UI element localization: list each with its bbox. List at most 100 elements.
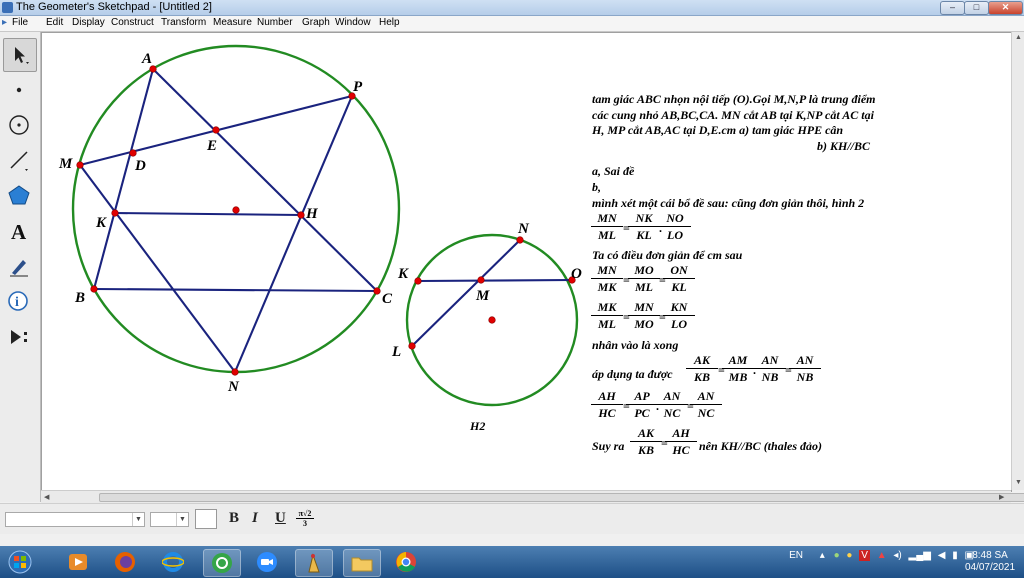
problem-line-2[interactable]: các cung nhỏ AB,BC,CA. MN cắt AB tại K,N… xyxy=(592,108,874,123)
menu-construct[interactable]: Construct xyxy=(111,17,154,28)
point-h[interactable] xyxy=(297,211,305,219)
segment-kh[interactable] xyxy=(114,211,302,217)
taskbar-chrome[interactable] xyxy=(392,549,420,575)
segment-nl[interactable] xyxy=(411,239,521,347)
menu-measure[interactable]: Measure xyxy=(213,17,252,28)
menu-display[interactable]: Display xyxy=(72,17,105,28)
segment-mn[interactable] xyxy=(79,164,236,373)
selection-arrow-tool[interactable] xyxy=(3,38,37,72)
point-tool[interactable] xyxy=(3,74,35,106)
point-k[interactable] xyxy=(111,209,119,217)
information-tool[interactable]: i xyxy=(3,285,35,317)
horizontal-scrollbar[interactable]: ◀ ▶ xyxy=(41,490,1024,503)
start-button[interactable] xyxy=(4,549,36,575)
segment-ko[interactable] xyxy=(417,278,573,283)
part-b-note[interactable]: b, xyxy=(592,180,601,195)
tray-volume-icon[interactable]: ◀ xyxy=(938,550,946,561)
taskbar-firefox[interactable] xyxy=(111,549,139,575)
segment-bc[interactable] xyxy=(93,287,378,293)
easy-note[interactable]: Ta có điều đơn giản để cm sau xyxy=(592,248,742,263)
problem-line-4[interactable]: b) KH//BC xyxy=(817,139,870,154)
caption-h2: H2 xyxy=(469,419,485,433)
taskbar-media-player[interactable] xyxy=(64,549,92,575)
menu-number[interactable]: Number xyxy=(257,17,293,28)
fraction: AN NC xyxy=(690,389,722,420)
tray-network-icon[interactable]: ▂▄▆ xyxy=(909,550,931,561)
tray-app-icon[interactable]: ● xyxy=(834,550,840,561)
tray-antivirus-icon[interactable]: V xyxy=(859,550,870,561)
taskbar-file-explorer[interactable] xyxy=(343,549,381,577)
maximize-button[interactable]: □ xyxy=(964,1,989,15)
title-bar: The Geometer's Sketchpad - [Untitled 2] … xyxy=(0,0,1024,16)
menu-help[interactable]: Help xyxy=(379,17,400,28)
sketchpad-icon xyxy=(308,553,320,573)
vertical-scrollbar[interactable]: ▲ ▼ xyxy=(1011,32,1024,490)
taskbar-app-green[interactable] xyxy=(203,549,241,577)
multiply-note[interactable]: nhân vào là xong xyxy=(592,338,678,353)
document-icon[interactable]: ▸ xyxy=(2,17,7,28)
part-a-note[interactable]: a, Sai đề xyxy=(592,164,634,179)
scroll-down-icon[interactable]: ▼ xyxy=(1015,479,1022,486)
fraction: KN LO xyxy=(663,300,695,331)
menu-window[interactable]: Window xyxy=(335,17,371,28)
segment-ac[interactable] xyxy=(152,68,378,292)
taskbar-geometers-sketchpad[interactable] xyxy=(295,549,333,577)
tray-speaker-icon[interactable]: ◂) xyxy=(893,550,901,561)
segment-ab[interactable] xyxy=(92,68,155,290)
symbol-palette-button[interactable]: π√2 3 xyxy=(296,509,314,528)
font-size-select[interactable]: ▼ xyxy=(150,512,189,527)
tray-battery-icon[interactable]: ▮ xyxy=(952,550,958,561)
text-tool[interactable]: A xyxy=(3,215,35,247)
text-color-swatch[interactable] xyxy=(195,509,217,529)
sketchpad-app-icon xyxy=(2,2,13,13)
menu-file[interactable]: File xyxy=(12,17,28,28)
scroll-up-icon[interactable]: ▲ xyxy=(1015,34,1022,41)
taskbar-clock[interactable]: 8:48 SA 04/07/2021 xyxy=(960,550,1020,574)
lemma-note[interactable]: mình xét một cái bổ đề sau: cũng đơn giả… xyxy=(592,196,864,211)
marker-tool[interactable] xyxy=(3,250,35,282)
point-k2[interactable] xyxy=(414,277,422,285)
point-n[interactable] xyxy=(231,368,239,376)
taskbar-internet-explorer[interactable] xyxy=(159,549,187,575)
point-d[interactable] xyxy=(129,149,137,157)
italic-button[interactable]: I xyxy=(252,510,258,527)
point-b[interactable] xyxy=(90,285,98,293)
menu-edit[interactable]: Edit xyxy=(46,17,63,28)
point-e[interactable] xyxy=(212,126,220,134)
point-c[interactable] xyxy=(373,287,381,295)
point-m2[interactable] xyxy=(477,276,485,284)
sketch-canvas[interactable]: A P E M D K H B C N N K O M L H2 tam giá… xyxy=(41,32,1012,492)
center-h2[interactable] xyxy=(488,316,496,324)
center-o[interactable] xyxy=(232,206,240,214)
compass-tool[interactable] xyxy=(3,109,35,141)
straightedge-tool[interactable] xyxy=(3,144,35,176)
fraction: MK ML xyxy=(591,300,623,331)
zoom-icon xyxy=(257,552,277,572)
scroll-right-icon[interactable]: ▶ xyxy=(999,493,1004,501)
tray-notification-icon[interactable]: ● xyxy=(846,550,852,561)
label-h: H xyxy=(305,206,319,222)
menu-graph[interactable]: Graph xyxy=(302,17,330,28)
polygon-tool[interactable] xyxy=(3,179,35,211)
taskbar-zoom[interactable] xyxy=(253,549,281,575)
close-button[interactable]: ✕ xyxy=(988,1,1023,15)
problem-line-3[interactable]: H, MP cắt AB,AC tại D,E.cm a) tam giác H… xyxy=(592,123,843,138)
tray-security-icon[interactable]: ▲ xyxy=(877,550,887,561)
font-family-select[interactable]: ▼ xyxy=(5,512,145,527)
point-l2[interactable] xyxy=(408,342,416,350)
scroll-left-icon[interactable]: ◀ xyxy=(44,493,49,501)
bold-button[interactable]: B xyxy=(229,510,239,527)
scroll-thumb[interactable] xyxy=(99,493,1024,502)
underline-button[interactable]: U xyxy=(275,510,286,527)
problem-line-1[interactable]: tam giác ABC nhọn nội tiếp (O).Gọi M,N,P… xyxy=(592,92,875,107)
apply-note[interactable]: áp dụng ta được xyxy=(592,367,673,382)
minimize-button[interactable]: – xyxy=(940,1,965,15)
custom-tool[interactable] xyxy=(3,321,35,353)
segment-np[interactable] xyxy=(234,95,353,373)
language-indicator[interactable]: EN xyxy=(789,550,803,561)
point-m[interactable] xyxy=(76,161,84,169)
menu-transform[interactable]: Transform xyxy=(161,17,206,28)
tray-arrow-icon[interactable]: ▴ xyxy=(820,550,825,561)
label-l2: L xyxy=(391,344,401,360)
point-n2[interactable] xyxy=(516,236,524,244)
